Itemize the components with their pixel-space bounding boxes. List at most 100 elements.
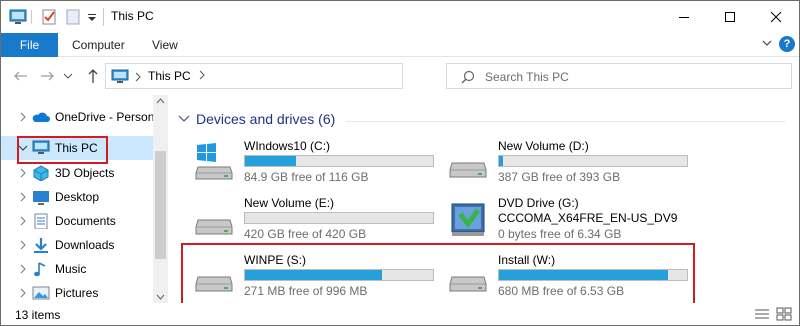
minimize-icon xyxy=(679,17,689,18)
group-header-devices[interactable]: Devices and drives (6) xyxy=(178,111,335,127)
nav-item-label: Pictures xyxy=(55,286,99,300)
breadcrumb[interactable]: This PC xyxy=(148,69,191,83)
forward-button[interactable] xyxy=(37,65,57,87)
dvd-drive-icon xyxy=(451,203,485,236)
window-title: This PC xyxy=(111,9,154,23)
drive-d[interactable]: New Volume (D:) 387 GB free of 393 GB xyxy=(440,135,690,185)
drive-usage-bar xyxy=(244,155,434,167)
scroll-down-icon[interactable] xyxy=(156,293,165,301)
collapse-group-icon[interactable] xyxy=(178,114,190,124)
properties-icon[interactable] xyxy=(41,8,57,26)
drive-name: New Volume (E:) xyxy=(244,196,335,210)
3d-objects-icon xyxy=(33,165,49,181)
highlight-box-this-pc xyxy=(17,136,108,164)
nav-item-label: Desktop xyxy=(55,190,100,204)
tab-view[interactable]: View xyxy=(152,33,178,57)
item-count: 13 items xyxy=(15,308,61,322)
drive-free-space: 420 GB free of 420 GB xyxy=(244,227,367,241)
search-box[interactable] xyxy=(446,63,792,89)
documents-icon xyxy=(34,213,48,229)
expand-ribbon-icon[interactable] xyxy=(761,37,773,49)
chevron-right-icon[interactable] xyxy=(134,72,142,82)
nav-item-3d-objects[interactable]: 3D Objects xyxy=(1,161,153,185)
expand-arrow-icon[interactable] xyxy=(18,263,28,275)
chevron-down-icon xyxy=(63,73,73,79)
minimize-button[interactable] xyxy=(661,1,707,33)
hard-drive-icon xyxy=(195,219,233,235)
recent-locations-button[interactable] xyxy=(61,65,75,87)
title-bar: This PC xyxy=(1,1,799,33)
desktop-folder-icon xyxy=(33,191,49,205)
expand-arrow-icon[interactable] xyxy=(18,239,28,251)
expand-arrow-icon[interactable] xyxy=(18,215,28,227)
address-bar[interactable]: This PC xyxy=(105,63,403,89)
windows-drive-icon xyxy=(195,143,233,180)
drive-free-space: 387 GB free of 393 GB xyxy=(498,170,621,184)
downloads-icon xyxy=(34,238,48,253)
maximize-icon xyxy=(725,12,735,22)
navigation-pane: OneDrive - Personal This PC 3D Objects D… xyxy=(1,95,168,303)
tab-file[interactable]: File xyxy=(1,33,58,57)
up-button[interactable] xyxy=(83,65,103,87)
drive-free-space: 84.9 GB free of 116 GB xyxy=(244,170,369,184)
drive-usage-bar xyxy=(244,212,434,224)
nav-item-label: OneDrive - Personal xyxy=(55,110,164,124)
drive-name: New Volume (D:) xyxy=(498,139,589,153)
nav-item-pictures[interactable]: Pictures xyxy=(1,281,153,305)
back-arrow-icon xyxy=(14,71,27,81)
search-icon xyxy=(461,70,475,84)
nav-item-onedrive[interactable]: OneDrive - Personal xyxy=(1,105,164,129)
drive-name: DVD Drive (G:) xyxy=(498,196,579,210)
highlight-box-drives xyxy=(181,243,695,309)
nav-item-label: Music xyxy=(55,262,87,276)
group-divider xyxy=(346,121,786,122)
expand-arrow-icon[interactable] xyxy=(18,191,28,203)
status-bar: 13 items xyxy=(1,303,799,325)
onedrive-icon xyxy=(32,112,50,122)
drive-free-space: 0 bytes free of 6.34 GB xyxy=(498,227,622,241)
address-row: This PC xyxy=(1,57,799,95)
nav-item-desktop[interactable]: Desktop xyxy=(1,185,153,209)
drive-e[interactable]: New Volume (E:) 420 GB free of 420 GB xyxy=(186,192,436,242)
customize-quick-access-icon[interactable] xyxy=(87,8,97,26)
nav-item-documents[interactable]: Documents xyxy=(1,209,153,233)
pictures-icon xyxy=(32,286,50,300)
title-separator xyxy=(103,8,104,26)
drive-usage-fill xyxy=(245,156,296,166)
nav-item-label: 3D Objects xyxy=(55,166,115,180)
nav-scrollbar[interactable] xyxy=(153,95,168,303)
forward-arrow-icon xyxy=(41,71,54,81)
nav-item-downloads[interactable]: Downloads xyxy=(1,233,153,257)
tab-computer[interactable]: Computer xyxy=(72,33,125,57)
hard-drive-icon xyxy=(449,162,487,178)
nav-item-label: Downloads xyxy=(55,238,115,252)
drive-c[interactable]: WIndows10 (C:) 84.9 GB free of 116 GB xyxy=(186,135,436,185)
file-explorer-window: This PC File Computer View ? This PC Sea… xyxy=(0,0,800,326)
large-icons-view-icon[interactable] xyxy=(775,306,793,322)
drive-name: WIndows10 (C:) xyxy=(244,139,331,153)
search-input[interactable] xyxy=(485,68,775,85)
expand-arrow-icon[interactable] xyxy=(18,287,28,299)
group-title: Devices and drives (6) xyxy=(196,111,336,127)
scroll-up-icon[interactable] xyxy=(156,97,165,105)
this-pc-icon xyxy=(111,69,129,83)
nav-scrollbar-thumb[interactable] xyxy=(155,151,166,259)
drive-usage-fill xyxy=(499,156,503,166)
chevron-right-icon[interactable] xyxy=(198,70,206,80)
maximize-button[interactable] xyxy=(707,1,753,33)
nav-item-label: Documents xyxy=(55,214,116,228)
this-pc-title-icon xyxy=(9,9,27,24)
new-folder-icon[interactable] xyxy=(65,8,81,26)
drive-g[interactable]: DVD Drive (G:) CCCOMA_X64FRE_EN-US_DV9 0… xyxy=(440,192,690,242)
expand-arrow-icon[interactable] xyxy=(18,111,28,123)
music-icon xyxy=(34,262,46,277)
ribbon-tabs: File Computer View ? xyxy=(1,33,799,57)
drive-label: CCCOMA_X64FRE_EN-US_DV9 xyxy=(498,211,678,225)
nav-item-music[interactable]: Music xyxy=(1,257,153,281)
back-button[interactable] xyxy=(11,65,31,87)
close-button[interactable] xyxy=(753,1,799,33)
expand-arrow-icon[interactable] xyxy=(18,167,28,179)
up-arrow-icon xyxy=(88,69,98,83)
details-view-icon[interactable] xyxy=(753,306,771,322)
help-icon[interactable]: ? xyxy=(779,36,795,52)
